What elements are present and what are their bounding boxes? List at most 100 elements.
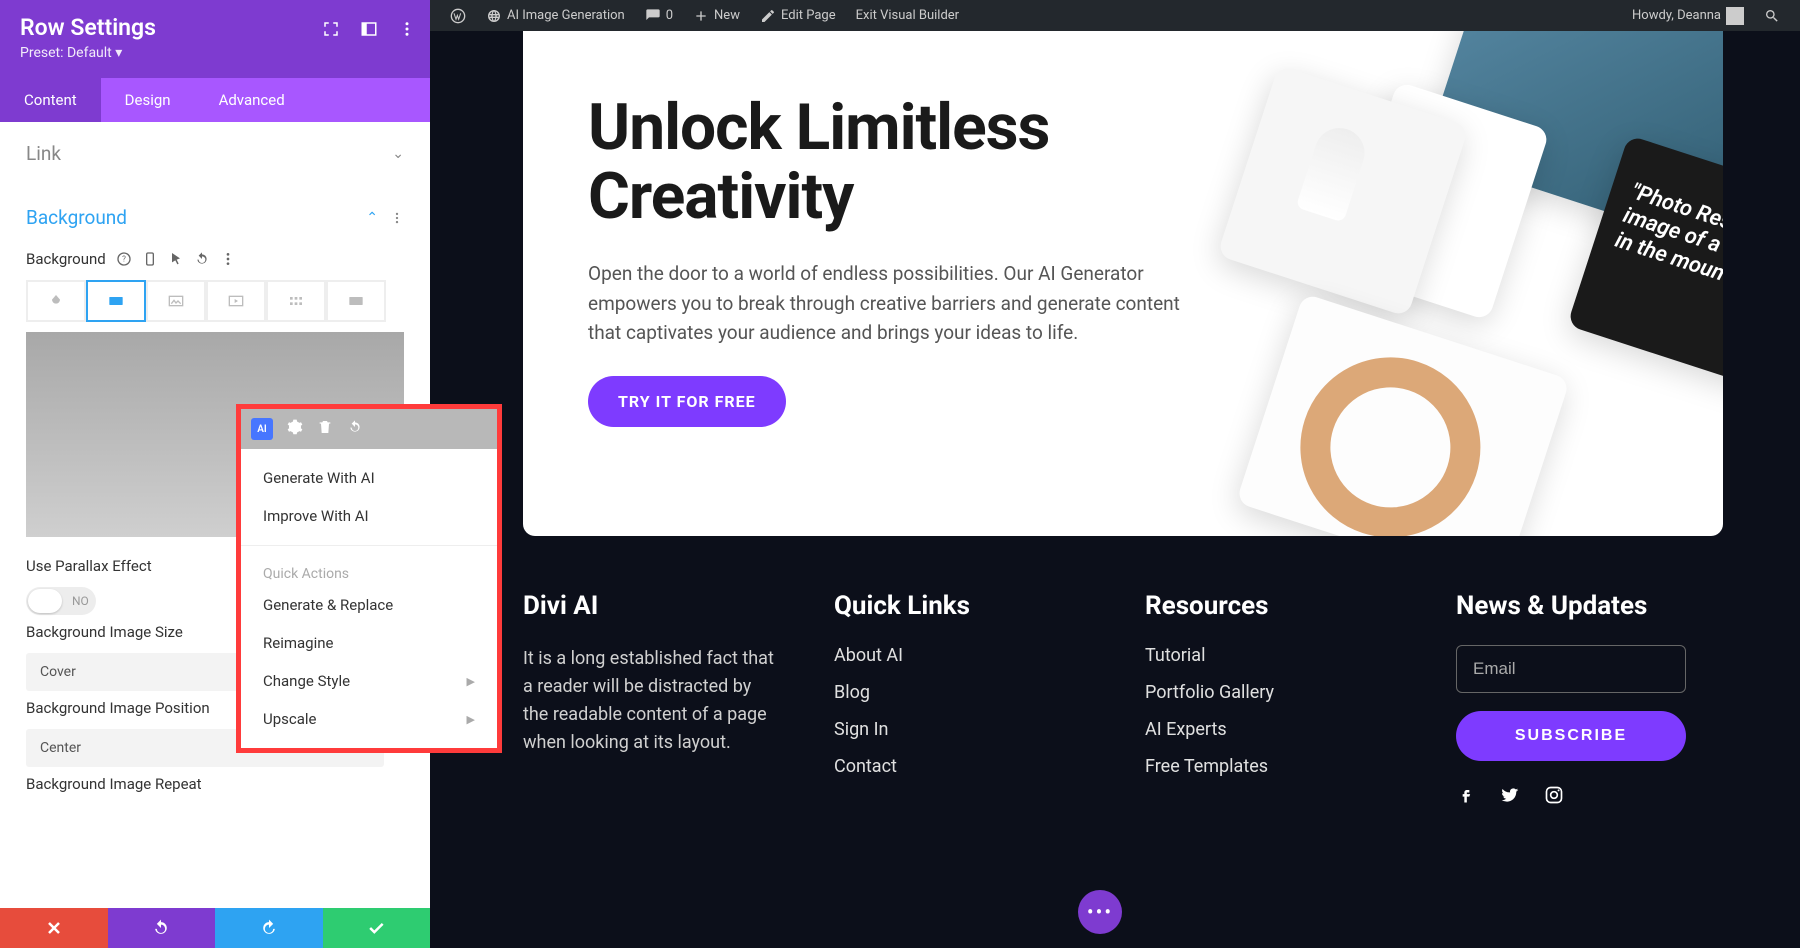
footer-col-newsletter: News & Updates SUBSCRIBE	[1456, 591, 1707, 805]
hero-collage: "Photo Reslistic image of a lake in the …	[1243, 31, 1723, 536]
bg-more-icon[interactable]	[220, 251, 236, 267]
new-content-link[interactable]: New	[683, 0, 750, 31]
avatar	[1726, 7, 1744, 25]
redo-button[interactable]	[215, 908, 323, 948]
gear-icon[interactable]	[287, 419, 303, 439]
hero-description: Open the door to a world of endless poss…	[588, 259, 1208, 347]
toggle-value: NO	[72, 594, 89, 608]
email-field[interactable]	[1456, 645, 1686, 693]
svg-text:?: ?	[122, 255, 126, 264]
bg-tab-color[interactable]	[26, 280, 86, 322]
sidebar-tabs: Content Design Advanced	[0, 78, 430, 122]
dock-icon[interactable]	[360, 20, 378, 38]
ai-menu-header: AI	[241, 409, 497, 449]
footer-col3-title: Resources	[1145, 591, 1396, 621]
ai-improve-item[interactable]: Improve With AI	[241, 497, 497, 535]
chevron-up-icon: ⌃	[366, 210, 378, 226]
footer-link[interactable]: Contact	[834, 756, 897, 777]
howdy-user[interactable]: Howdy, Deanna	[1622, 0, 1754, 31]
preset-selector[interactable]: Preset: Default ▾	[20, 45, 410, 61]
footer-link[interactable]: Portfolio Gallery	[1145, 682, 1274, 703]
wp-admin-bar: AI Image Generation 0 New Edit Page Exit…	[430, 0, 1800, 31]
submenu-chevron-icon: ▶	[467, 713, 475, 726]
toggle-knob	[28, 589, 62, 613]
parallax-toggle[interactable]: NO	[26, 587, 96, 615]
bg-size-value: Cover	[40, 664, 76, 680]
section-more-icon[interactable]	[390, 211, 404, 225]
footer-link[interactable]: Blog	[834, 682, 870, 703]
twitter-icon[interactable]	[1500, 785, 1520, 805]
footer-col1-title: Divi AI	[523, 591, 774, 621]
bg-tab-mask[interactable]	[326, 280, 386, 322]
ai-generate-replace-item[interactable]: Generate & Replace	[241, 586, 497, 624]
sidebar-header: Row Settings Preset: Default ▾	[0, 0, 430, 78]
exit-vb-label: Exit Visual Builder	[856, 0, 959, 31]
footer-col-quicklinks: Quick Links About AI Blog Sign In Contac…	[834, 591, 1085, 805]
more-icon[interactable]	[398, 20, 416, 38]
undo-button[interactable]	[108, 908, 216, 948]
bg-tab-video[interactable]	[206, 280, 266, 322]
footer-col2-title: Quick Links	[834, 591, 1085, 621]
tab-design[interactable]: Design	[101, 78, 195, 122]
tab-content[interactable]: Content	[0, 78, 101, 122]
footer-link[interactable]: About AI	[834, 645, 903, 666]
ai-generate-item[interactable]: Generate With AI	[241, 459, 497, 497]
facebook-icon[interactable]	[1456, 785, 1476, 805]
expand-icon[interactable]	[322, 20, 340, 38]
ai-badge-icon[interactable]: AI	[251, 418, 273, 440]
ai-context-menu: AI Generate With AI Improve With AI Quic…	[236, 404, 502, 753]
comments-count: 0	[666, 0, 673, 31]
trash-icon[interactable]	[317, 419, 333, 439]
submenu-chevron-icon: ▶	[467, 675, 475, 688]
collage-headphones-image	[1236, 293, 1570, 536]
admin-search[interactable]	[1754, 0, 1790, 31]
chevron-down-icon: ⌄	[392, 146, 404, 162]
footer-col4-title: News & Updates	[1456, 591, 1707, 621]
tab-advanced[interactable]: Advanced	[195, 78, 309, 122]
builder-fab-button[interactable]: •••	[1078, 890, 1122, 934]
footer-link[interactable]: Tutorial	[1145, 645, 1205, 666]
bg-pos-value: Center	[40, 740, 81, 756]
footer-link[interactable]: Free Templates	[1145, 756, 1268, 777]
bg-tab-image[interactable]	[146, 280, 206, 322]
reset-icon[interactable]	[347, 419, 363, 439]
hero-cta-button[interactable]: TRY IT FOR FREE	[588, 376, 786, 427]
hover-icon[interactable]	[168, 251, 184, 267]
sidebar-footer	[0, 908, 430, 948]
edit-page-link[interactable]: Edit Page	[750, 0, 846, 31]
hero-section: Unlock LimitlessCreativity Open the door…	[523, 31, 1723, 536]
cancel-button[interactable]	[0, 908, 108, 948]
bg-label: Background	[26, 250, 106, 268]
footer-link[interactable]: Sign In	[834, 719, 888, 740]
phone-icon[interactable]	[142, 251, 158, 267]
help-icon[interactable]: ?	[116, 251, 132, 267]
footer-link[interactable]: AI Experts	[1145, 719, 1227, 740]
site-name[interactable]: AI Image Generation	[476, 0, 635, 31]
hero-title: Unlock LimitlessCreativity	[588, 93, 1228, 231]
ai-change-style-item[interactable]: Change Style▶	[241, 662, 497, 700]
bg-tab-pattern[interactable]	[266, 280, 326, 322]
save-button[interactable]	[323, 908, 431, 948]
page-footer: Divi AI It is a long established fact th…	[523, 591, 1707, 805]
ai-reimagine-item[interactable]: Reimagine	[241, 624, 497, 662]
subscribe-button[interactable]: SUBSCRIBE	[1456, 711, 1686, 761]
comments-link[interactable]: 0	[635, 0, 683, 31]
new-label: New	[714, 0, 740, 31]
section-background[interactable]: Background ⌃	[0, 186, 430, 250]
section-link[interactable]: Link ⌄	[0, 122, 430, 186]
footer-col1-text: It is a long established fact that a rea…	[523, 645, 774, 757]
exit-visual-builder[interactable]: Exit Visual Builder	[846, 0, 969, 31]
instagram-icon[interactable]	[1544, 785, 1564, 805]
section-bg-label: Background	[26, 206, 127, 229]
bg-repeat-label: Background Image Repeat	[26, 775, 404, 793]
section-link-label: Link	[26, 142, 61, 165]
wp-logo[interactable]	[440, 0, 476, 31]
ai-quick-actions-heading: Quick Actions	[241, 556, 497, 586]
site-title-text: AI Image Generation	[507, 0, 625, 31]
reset-icon[interactable]	[194, 251, 210, 267]
ai-upscale-item[interactable]: Upscale▶	[241, 700, 497, 738]
bg-tab-gradient[interactable]	[86, 280, 146, 322]
footer-col-about: Divi AI It is a long established fact th…	[523, 591, 774, 805]
howdy-text: Howdy, Deanna	[1632, 0, 1721, 31]
page-canvas: Unlock LimitlessCreativity Open the door…	[430, 31, 1800, 948]
